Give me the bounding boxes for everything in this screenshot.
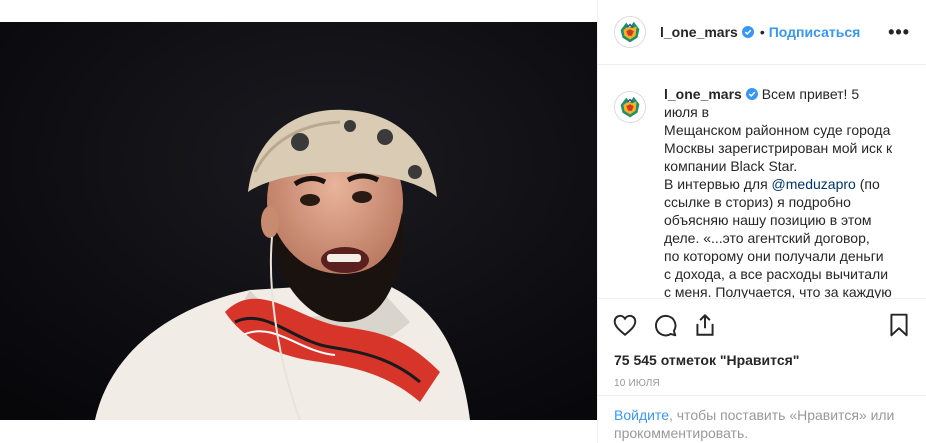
post-actions bbox=[598, 298, 926, 351]
caption-line-text: В интервью для bbox=[664, 176, 768, 192]
post-side-panel: l_one_mars • Подписаться ••• l_one_mars … bbox=[597, 0, 926, 443]
follow-button[interactable]: Подписаться bbox=[769, 24, 861, 40]
comment-icon[interactable] bbox=[652, 312, 678, 338]
mention-link[interactable]: @meduzapro bbox=[772, 176, 856, 192]
caption-line: ссылке в сториз) я подробно bbox=[664, 194, 851, 210]
caption-username[interactable]: l_one_mars bbox=[664, 86, 742, 102]
header-username[interactable]: l_one_mars bbox=[660, 24, 738, 40]
avatar-lion-icon bbox=[615, 17, 645, 47]
caption-line: с дохода, а все расходы вычитали bbox=[664, 266, 889, 282]
likes-count[interactable]: 75 545 отметок "Нравится" bbox=[598, 351, 926, 369]
separator-dot: • bbox=[759, 24, 765, 40]
caption-line: компании Black Star. bbox=[664, 158, 798, 174]
caption-line: с меня. Получается, что за каждую bbox=[664, 284, 892, 298]
login-link[interactable]: Войдите bbox=[614, 407, 669, 423]
avatar[interactable] bbox=[614, 16, 646, 48]
caption-text: l_one_mars Всем привет! 5 июля в Мещанск… bbox=[664, 85, 894, 298]
caption-line: Мещанском районном суде города bbox=[664, 122, 891, 138]
post-photo-pane bbox=[0, 0, 597, 443]
instagram-post: l_one_mars • Подписаться ••• l_one_mars … bbox=[0, 0, 926, 443]
caption-avatar[interactable] bbox=[614, 91, 646, 123]
caption-line: Москвы зарегистрирован мой иск к bbox=[664, 140, 893, 156]
caption-line: деле. «...это агентский договор, bbox=[664, 230, 870, 246]
caption-line: по которому они получали деньги bbox=[664, 248, 884, 264]
caption-area: l_one_mars Всем привет! 5 июля в Мещанск… bbox=[598, 65, 926, 298]
verified-badge-icon bbox=[741, 26, 754, 38]
post-header: l_one_mars • Подписаться ••• bbox=[598, 0, 926, 65]
bookmark-icon[interactable] bbox=[886, 312, 912, 338]
more-options-icon[interactable]: ••• bbox=[888, 22, 910, 43]
post-photo[interactable] bbox=[0, 22, 597, 420]
login-prompt: Войдите, чтобы поставить «Нравится» или … bbox=[598, 395, 926, 443]
heart-icon[interactable] bbox=[612, 312, 638, 338]
avatar-lion-icon bbox=[615, 92, 645, 122]
post-date[interactable]: 10 ИЮЛЯ bbox=[598, 378, 926, 392]
caption-line: объясняю нашу позицию в этом bbox=[664, 212, 872, 228]
caption-line: l_one_mars Всем привет! 5 июля в bbox=[664, 85, 894, 121]
caption-line: В интервью для @meduzapro (по bbox=[664, 175, 894, 193]
caption-line-text: (по bbox=[855, 176, 880, 192]
share-icon[interactable] bbox=[692, 312, 718, 338]
verified-badge-icon bbox=[745, 88, 758, 100]
photo-illustration bbox=[0, 22, 597, 420]
